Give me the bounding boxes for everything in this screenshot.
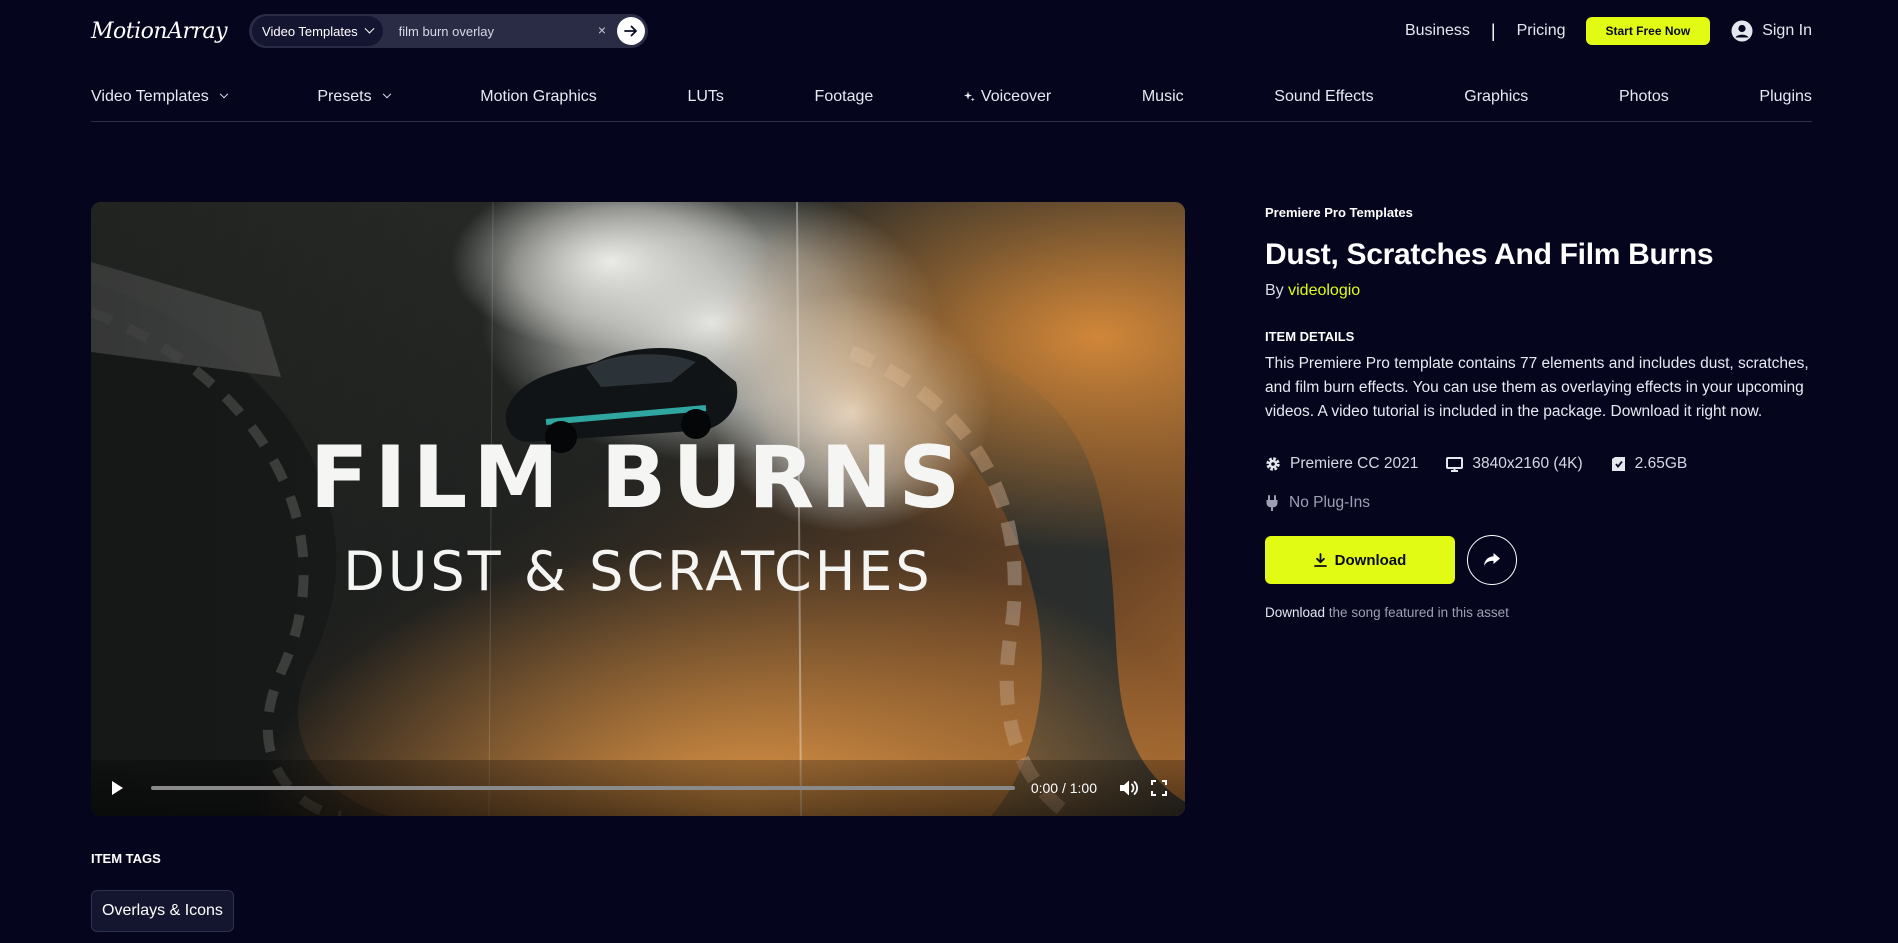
pricing-link[interactable]: Pricing [1517, 22, 1566, 40]
spec-version: Premiere CC 2021 [1265, 455, 1418, 473]
download-label: Download [1335, 552, 1407, 569]
nav-label: Motion Graphics [480, 88, 597, 106]
plug-icon [1265, 495, 1279, 512]
user-avatar-icon [1731, 20, 1753, 42]
search-submit-button[interactable] [617, 17, 645, 45]
search-input[interactable] [399, 24, 599, 39]
item-tags-heading: ITEM TAGS [91, 851, 161, 866]
nav-item-video-templates[interactable]: Video Templates [91, 88, 227, 106]
top-bar: MotionArray Video Templates × Business |… [91, 14, 1812, 48]
download-icon [1314, 553, 1327, 567]
item-description: This Premiere Pro template contains 77 e… [1265, 352, 1815, 424]
sparkle-icon [964, 91, 975, 102]
video-time: 0:00 / 1:00 [1031, 780, 1097, 796]
video-controls: 0:00 / 1:00 [91, 760, 1185, 816]
item-actions: Download [1265, 535, 1815, 585]
sign-in-label: Sign In [1762, 22, 1812, 40]
spec-version-label: Premiere CC 2021 [1290, 455, 1418, 473]
video-player[interactable]: FILM BURNS DUST & SCRATCHES 0:00 / 1:00 [91, 202, 1185, 816]
nav-label: Plugins [1759, 88, 1811, 106]
item-author: By videologio [1265, 282, 1815, 300]
nav-item-presets[interactable]: Presets [317, 88, 389, 106]
nav-item-motion-graphics[interactable]: Motion Graphics [480, 88, 597, 106]
play-icon [110, 780, 124, 796]
spec-size-label: 2.65GB [1635, 455, 1688, 473]
nav-label: Sound Effects [1274, 88, 1373, 106]
sign-in-link[interactable]: Sign In [1731, 20, 1812, 42]
nav-item-luts[interactable]: LUTs [687, 88, 723, 106]
search-bar: Video Templates × [249, 14, 648, 48]
author-link[interactable]: videologio [1288, 282, 1360, 299]
nav-item-music[interactable]: Music [1142, 88, 1184, 106]
volume-icon [1119, 779, 1139, 797]
nav-label: Music [1142, 88, 1184, 106]
song-download-text: the song featured in this asset [1329, 605, 1509, 620]
fullscreen-button[interactable] [1147, 776, 1171, 800]
category-nav: Video Templates Presets Motion Graphics … [91, 86, 1812, 122]
nav-label: Footage [815, 88, 874, 106]
nav-item-graphics[interactable]: Graphics [1464, 88, 1528, 106]
arrow-right-icon [624, 24, 638, 38]
nav-label: Photos [1619, 88, 1669, 106]
top-bar-left: MotionArray Video Templates × [91, 14, 648, 48]
nav-item-sound-effects[interactable]: Sound Effects [1274, 88, 1373, 106]
item-title: Dust, Scratches And Film Burns [1265, 238, 1815, 272]
item-category[interactable]: Premiere Pro Templates [1265, 205, 1815, 220]
video-preview-image: FILM BURNS DUST & SCRATCHES [91, 202, 1185, 816]
share-icon [1483, 552, 1501, 568]
overlay-title: FILM BURNS [310, 428, 967, 528]
item-specs: Premiere CC 2021 3840x2160 (4K) 2.65GB [1265, 455, 1815, 473]
share-button[interactable] [1467, 535, 1517, 585]
top-bar-right: Business | Pricing Start Free Now Sign I… [1405, 17, 1812, 45]
spec-size: 2.65GB [1611, 455, 1688, 473]
nav-item-plugins[interactable]: Plugins [1759, 88, 1811, 106]
clear-icon[interactable]: × [598, 22, 606, 38]
gear-icon [1265, 456, 1281, 472]
song-download-link[interactable]: Download [1265, 605, 1329, 620]
search-category-dropdown[interactable]: Video Templates [252, 16, 383, 46]
file-size-icon [1611, 456, 1626, 472]
nav-label: Presets [317, 88, 371, 106]
nav-label: Voiceover [981, 88, 1051, 106]
video-progress-bar[interactable] [151, 786, 1015, 790]
chevron-down-icon [219, 89, 227, 97]
overlay-subtitle: DUST & SCRATCHES [343, 540, 932, 603]
nav-item-footage[interactable]: Footage [815, 88, 874, 106]
song-download-note: Download the song featured in this asset [1265, 605, 1815, 620]
spec-resolution: 3840x2160 (4K) [1446, 455, 1582, 473]
nav-label: Video Templates [91, 88, 209, 106]
spec-resolution-label: 3840x2160 (4K) [1472, 455, 1582, 473]
item-info: Premiere Pro Templates Dust, Scratches A… [1265, 205, 1815, 620]
logo[interactable]: MotionArray [91, 19, 227, 44]
tag-overlays-icons[interactable]: Overlays & Icons [91, 890, 234, 932]
chevron-down-icon [382, 89, 390, 97]
start-free-now-button[interactable]: Start Free Now [1586, 17, 1711, 45]
fullscreen-icon [1151, 780, 1167, 796]
page: MotionArray Video Templates × Business |… [0, 0, 1898, 943]
nav-item-photos[interactable]: Photos [1619, 88, 1669, 106]
nav-label: LUTs [687, 88, 723, 106]
plugins-label: No Plug-Ins [1289, 494, 1370, 512]
nav-item-voiceover[interactable]: Voiceover [964, 88, 1051, 106]
monitor-icon [1446, 457, 1463, 472]
plugins-info: No Plug-Ins [1265, 494, 1815, 512]
header-separator: | [1491, 21, 1496, 42]
by-label: By [1265, 282, 1288, 299]
item-details-heading: ITEM DETAILS [1265, 329, 1815, 344]
volume-button[interactable] [1117, 776, 1141, 800]
chevron-down-icon [364, 23, 374, 33]
download-button[interactable]: Download [1265, 536, 1455, 584]
play-button[interactable] [105, 776, 129, 800]
business-link[interactable]: Business [1405, 22, 1470, 40]
search-category-label: Video Templates [262, 24, 358, 39]
nav-label: Graphics [1464, 88, 1528, 106]
